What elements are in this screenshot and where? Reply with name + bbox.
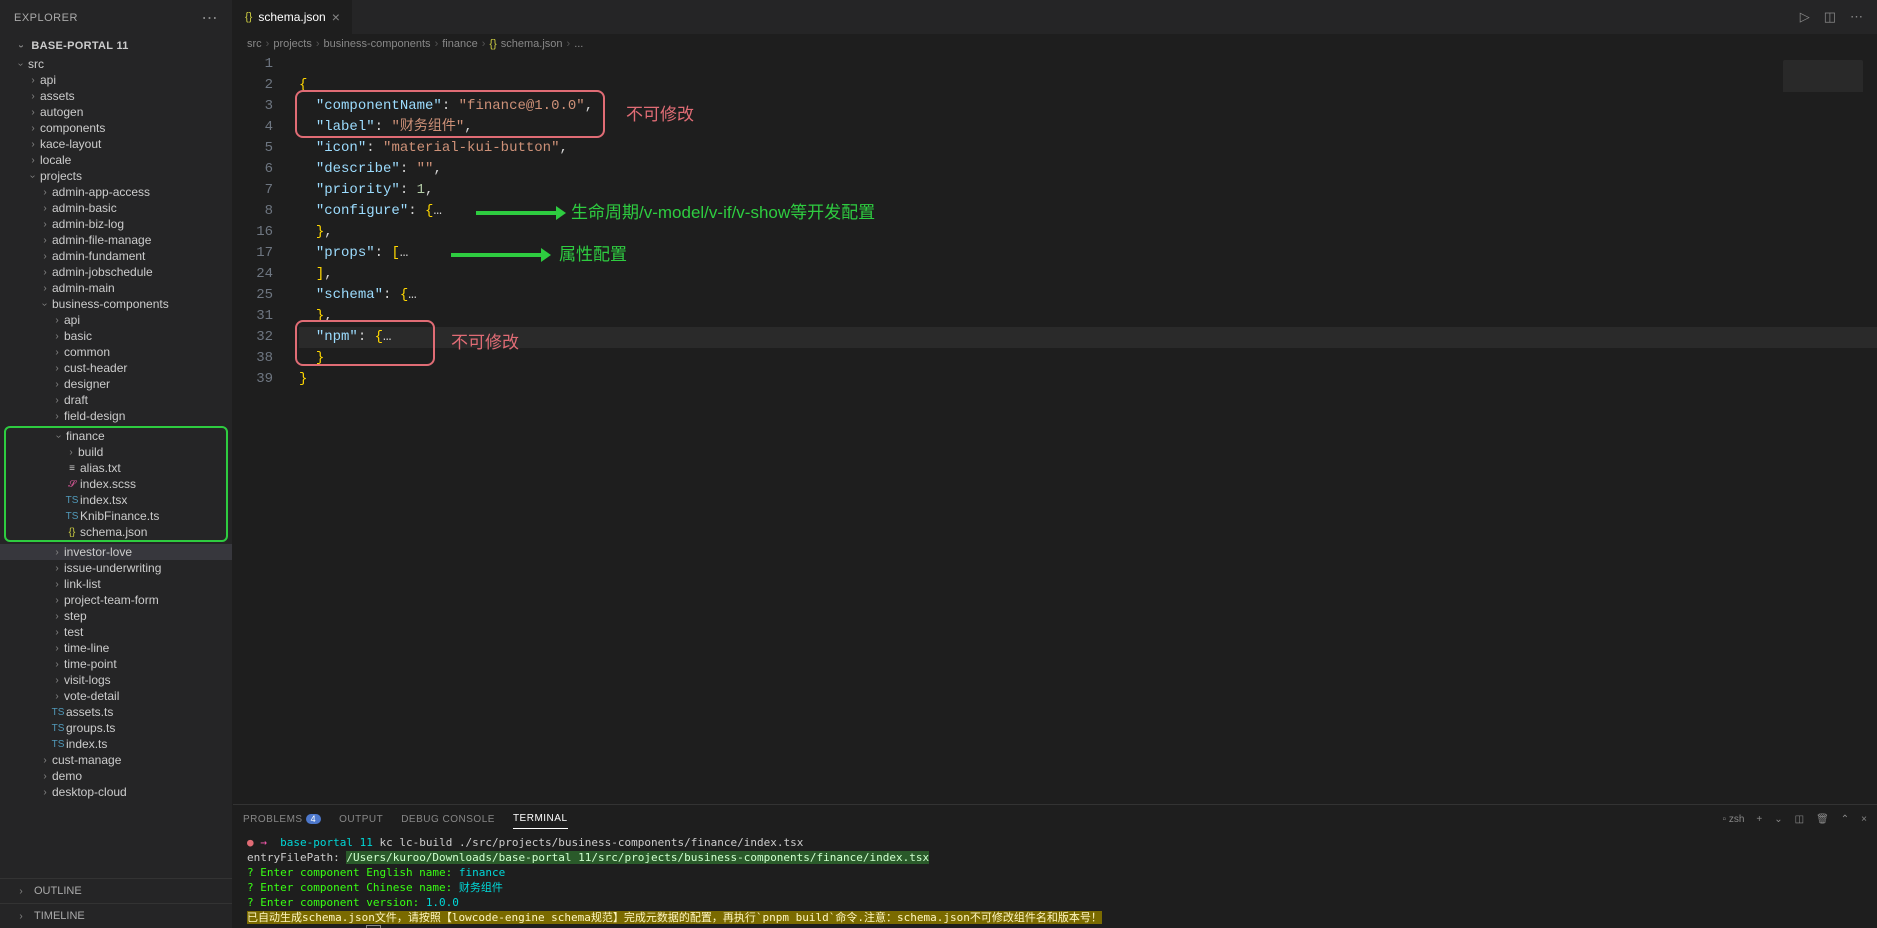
folder-test[interactable]: test <box>0 624 232 640</box>
explorer-header: EXPLORER ⋯ <box>0 0 232 36</box>
run-icon[interactable]: ▷ <box>1800 9 1810 25</box>
project-name[interactable]: BASE-PORTAL 11 <box>0 36 232 56</box>
tab-problems[interactable]: PROBLEMS4 <box>243 810 321 829</box>
annotation-label-2: 生命周期/v-model/v-if/v-show等开发配置 <box>571 202 875 223</box>
file-knibfinance-ts[interactable]: TSKnibFinance.ts <box>6 508 226 524</box>
tab-terminal[interactable]: TERMINAL <box>513 809 568 829</box>
folder-time-line[interactable]: time-line <box>0 640 232 656</box>
folder-admin-jobschedule[interactable]: admin-jobschedule <box>0 264 232 280</box>
sidebar: EXPLORER ⋯ BASE-PORTAL 11 src api assets… <box>0 0 233 928</box>
tab-debug-console[interactable]: DEBUG CONSOLE <box>401 810 495 829</box>
file-index-ts[interactable]: TSindex.ts <box>0 736 232 752</box>
close-panel-icon[interactable]: × <box>1861 814 1867 825</box>
folder-bc-designer[interactable]: designer <box>0 376 232 392</box>
file-index-tsx[interactable]: TSindex.tsx <box>6 492 226 508</box>
folder-components[interactable]: components <box>0 120 232 136</box>
explorer-title: EXPLORER <box>14 12 78 24</box>
folder-bc-draft[interactable]: draft <box>0 392 232 408</box>
json-icon: {} <box>489 38 496 50</box>
folder-admin-biz-log[interactable]: admin-biz-log <box>0 216 232 232</box>
file-schema-json[interactable]: {}schema.json <box>6 524 226 540</box>
folder-bc-api[interactable]: api <box>0 312 232 328</box>
minimap[interactable] <box>1783 60 1863 140</box>
highlight-finance-folder: finance build ≡alias.txt 𝓢index.scss TSi… <box>4 426 228 542</box>
bottom-panel: PROBLEMS4 OUTPUT DEBUG CONSOLE TERMINAL … <box>233 804 1877 928</box>
folder-bc-finance[interactable]: finance <box>6 428 226 444</box>
folder-issue-underwriting[interactable]: issue-underwriting <box>0 560 232 576</box>
folder-admin-main[interactable]: admin-main <box>0 280 232 296</box>
tab-schema-json[interactable]: {} schema.json × <box>233 0 353 34</box>
file-alias-txt[interactable]: ≡alias.txt <box>6 460 226 476</box>
folder-bc-cust-header[interactable]: cust-header <box>0 360 232 376</box>
folder-business-components[interactable]: business-components <box>0 296 232 312</box>
terminal-dropdown-icon[interactable]: ⌄ <box>1774 814 1782 825</box>
tab-label: schema.json <box>258 10 325 24</box>
annotation-label-3: 属性配置 <box>559 244 627 265</box>
folder-vote-detail[interactable]: vote-detail <box>0 688 232 704</box>
folder-admin-app-access[interactable]: admin-app-access <box>0 184 232 200</box>
file-tree: src api assets autogen components kace-l… <box>0 56 232 878</box>
explorer-more-icon[interactable]: ⋯ <box>202 8 219 28</box>
tab-output[interactable]: OUTPUT <box>339 810 383 829</box>
file-groups-ts[interactable]: TSgroups.ts <box>0 720 232 736</box>
folder-kace-layout[interactable]: kace-layout <box>0 136 232 152</box>
split-icon[interactable]: ◫ <box>1824 9 1836 25</box>
folder-demo[interactable]: demo <box>0 768 232 784</box>
main-area: {} schema.json × ▷ ◫ ⋯ src› projects› bu… <box>233 0 1877 928</box>
folder-bc-basic[interactable]: basic <box>0 328 232 344</box>
split-terminal-icon[interactable]: ◫ <box>1795 814 1804 825</box>
folder-link-list[interactable]: link-list <box>0 576 232 592</box>
folder-investor-love[interactable]: investor-love <box>0 544 232 560</box>
folder-bc-common[interactable]: common <box>0 344 232 360</box>
file-index-scss[interactable]: 𝓢index.scss <box>6 476 226 492</box>
folder-cust-manage[interactable]: cust-manage <box>0 752 232 768</box>
folder-bc-build[interactable]: build <box>6 444 226 460</box>
annotation-label-1: 不可修改 <box>626 104 694 125</box>
folder-time-point[interactable]: time-point <box>0 656 232 672</box>
folder-projects[interactable]: projects <box>0 168 232 184</box>
folder-project-team-form[interactable]: project-team-form <box>0 592 232 608</box>
json-icon: {} <box>245 11 252 23</box>
folder-api[interactable]: api <box>0 72 232 88</box>
code-content[interactable]: { "componentName": "finance@1.0.0", "lab… <box>291 54 1877 804</box>
breadcrumbs[interactable]: src› projects› business-components› fina… <box>233 34 1877 54</box>
folder-desktop-cloud[interactable]: desktop-cloud <box>0 784 232 800</box>
folder-visit-logs[interactable]: visit-logs <box>0 672 232 688</box>
file-assets-ts[interactable]: TSassets.ts <box>0 704 232 720</box>
timeline-section[interactable]: TIMELINE <box>0 903 232 928</box>
panel-tabs: PROBLEMS4 OUTPUT DEBUG CONSOLE TERMINAL … <box>233 805 1877 833</box>
folder-assets[interactable]: assets <box>0 88 232 104</box>
trash-icon[interactable]: 🗑 <box>1816 814 1829 825</box>
folder-locale[interactable]: locale <box>0 152 232 168</box>
new-terminal-icon[interactable]: + <box>1756 814 1762 825</box>
more-icon[interactable]: ⋯ <box>1850 9 1863 25</box>
folder-bc-field-design[interactable]: field-design <box>0 408 232 424</box>
folder-admin-file-manage[interactable]: admin-file-manage <box>0 232 232 248</box>
close-icon[interactable]: × <box>332 9 340 25</box>
terminal-shell-label[interactable]: ▫ zsh <box>1722 814 1744 825</box>
outline-section[interactable]: OUTLINE <box>0 878 232 903</box>
editor[interactable]: 1 2 3 4 5 6 7 8 16 17 24 25 31 32 38 39 … <box>233 54 1877 804</box>
gutter: 1 2 3 4 5 6 7 8 16 17 24 25 31 32 38 39 <box>233 54 291 804</box>
folder-src[interactable]: src <box>0 56 232 72</box>
editor-actions: ▷ ◫ ⋯ <box>1800 0 1877 34</box>
folder-step[interactable]: step <box>0 608 232 624</box>
maximize-icon[interactable]: ⌃ <box>1841 814 1849 825</box>
folder-admin-fundament[interactable]: admin-fundament <box>0 248 232 264</box>
terminal-output[interactable]: ● → base-portal 11 kc lc-build ./src/pro… <box>233 833 1877 928</box>
tab-bar: {} schema.json × ▷ ◫ ⋯ <box>233 0 1877 34</box>
folder-admin-basic[interactable]: admin-basic <box>0 200 232 216</box>
folder-autogen[interactable]: autogen <box>0 104 232 120</box>
annotation-label-4: 不可修改 <box>451 332 519 353</box>
